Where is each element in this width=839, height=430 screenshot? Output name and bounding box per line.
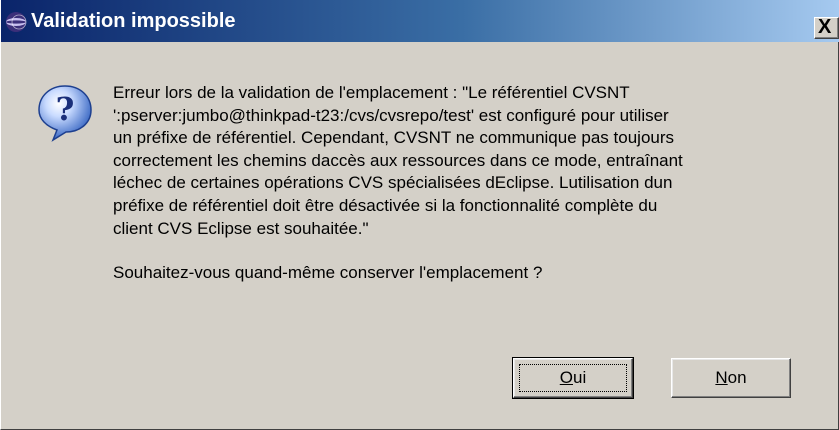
message-area: Erreur lors de la validation de l'emplac…: [113, 82, 813, 285]
message-line: léchec de certaines opérations CVS spéci…: [113, 173, 673, 193]
dialog-title: Validation impossible: [31, 10, 236, 32]
yes-button[interactable]: Oui: [512, 357, 634, 399]
no-button-label: Non: [715, 368, 746, 387]
svg-text:?: ?: [56, 90, 75, 128]
close-button[interactable]: X: [814, 16, 839, 39]
confirm-question: Souhaitez-vous quand-même conserver l'em…: [113, 263, 543, 283]
no-label-rest: on: [727, 368, 747, 387]
title-bar[interactable]: Validation impossible X: [1, 0, 839, 42]
yes-label-rest: ui: [573, 368, 587, 387]
no-mnemonic: N: [715, 368, 728, 387]
message-line: correctement les chemins daccès aux ress…: [113, 150, 683, 170]
close-icon: X: [818, 16, 832, 38]
message-line: client CVS Eclipse est souhaitée.": [113, 218, 369, 238]
eclipse-icon: [6, 12, 27, 32]
message-line: Erreur lors de la validation de l'emplac…: [113, 83, 630, 102]
question-icon: ?: [38, 85, 92, 142]
no-button[interactable]: Non: [671, 358, 791, 398]
message-line: un préfixe de référentiel. Cependant, CV…: [113, 128, 675, 148]
yes-mnemonic: O: [559, 368, 573, 387]
error-message: Erreur lors de la validation de l'emplac…: [113, 82, 813, 240]
yes-button-label: Oui: [560, 368, 586, 387]
validation-dialog: Validation impossible X ? Erreur lors de…: [0, 0, 839, 430]
message-line: préfixe de référentiel doit être désacti…: [113, 195, 658, 215]
message-line: ':pserver:jumbo@thinkpad-t23:/cvs/cvsrep…: [113, 105, 669, 125]
